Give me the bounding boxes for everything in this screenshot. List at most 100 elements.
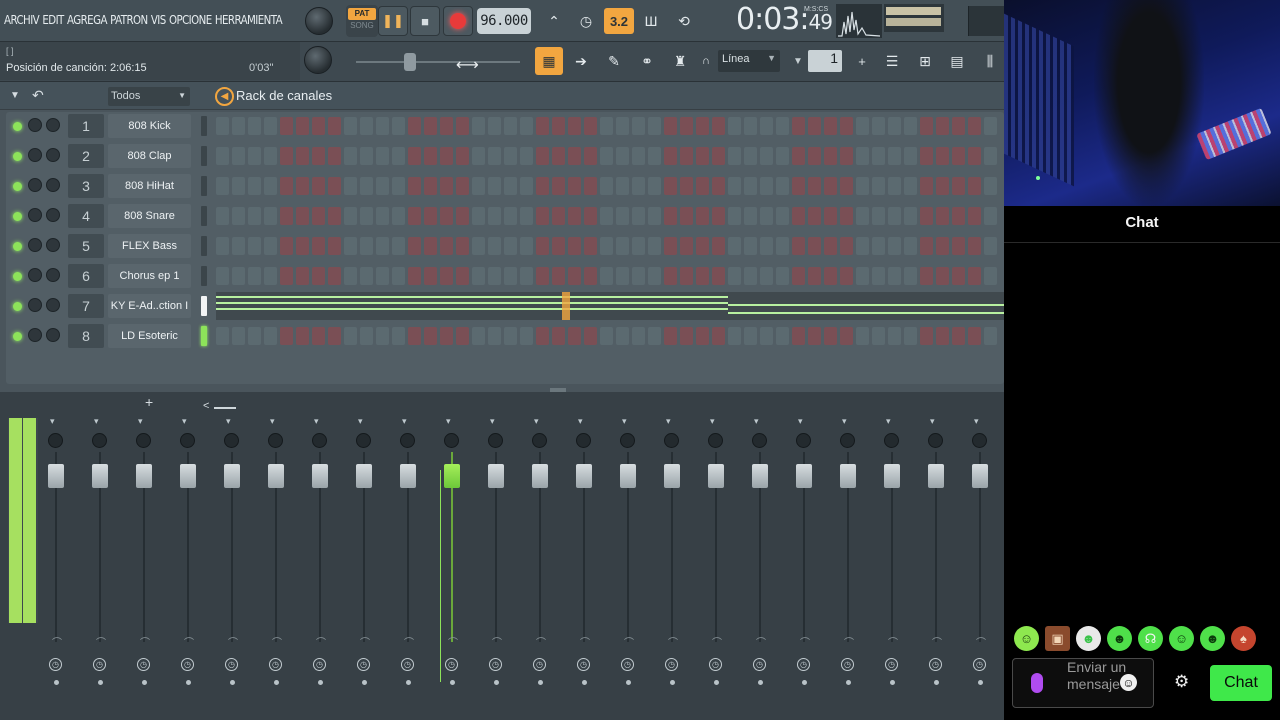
step-button[interactable] bbox=[264, 237, 277, 255]
step-button[interactable] bbox=[456, 147, 469, 165]
menu-agregar[interactable]: AGREGA bbox=[67, 12, 107, 27]
step-button[interactable] bbox=[664, 267, 677, 285]
step-button[interactable] bbox=[776, 117, 789, 135]
step-button[interactable] bbox=[824, 327, 837, 345]
mushroom-emote-icon[interactable]: ♠ bbox=[1231, 626, 1256, 651]
latency-clock-icon[interactable]: ◷ bbox=[929, 658, 942, 671]
step-button[interactable] bbox=[280, 327, 293, 345]
step-decrease-icon[interactable]: ▼ bbox=[790, 48, 806, 74]
step-button[interactable] bbox=[504, 147, 517, 165]
step-button[interactable] bbox=[968, 117, 981, 135]
mixer-track[interactable]: ▾ ⌒ ◷ bbox=[170, 414, 210, 714]
step-button[interactable] bbox=[280, 207, 293, 225]
mixer-track[interactable]: ▾ ⌒ ◷ bbox=[478, 414, 518, 714]
step-button[interactable] bbox=[744, 117, 757, 135]
step-button[interactable] bbox=[472, 147, 485, 165]
channel-number[interactable]: 1 bbox=[68, 114, 104, 138]
step-button[interactable] bbox=[424, 177, 437, 195]
latency-clock-icon[interactable]: ◷ bbox=[401, 658, 414, 671]
step-button[interactable] bbox=[536, 117, 549, 135]
mixer-route-dot[interactable] bbox=[890, 680, 895, 685]
step-button[interactable] bbox=[424, 207, 437, 225]
mixer-volume-fader[interactable] bbox=[48, 464, 64, 488]
route-arrow-icon[interactable]: ▾ bbox=[50, 416, 55, 427]
step-button[interactable] bbox=[744, 327, 757, 345]
mixer-track[interactable]: ▾ ⌒ ◷ bbox=[786, 414, 826, 714]
step-button[interactable] bbox=[728, 147, 741, 165]
step-button[interactable] bbox=[856, 147, 869, 165]
step-button[interactable] bbox=[888, 117, 901, 135]
emoji-picker-icon[interactable]: ☺ bbox=[1120, 674, 1137, 691]
step-button[interactable] bbox=[392, 327, 405, 345]
mixer-volume-fader[interactable] bbox=[620, 464, 636, 488]
step-button[interactable] bbox=[552, 327, 565, 345]
step-button[interactable] bbox=[728, 117, 741, 135]
step-button[interactable] bbox=[920, 207, 933, 225]
route-arrow-icon[interactable]: ▾ bbox=[226, 416, 231, 427]
latency-clock-icon[interactable]: ◷ bbox=[269, 658, 282, 671]
mixer-route-dot[interactable] bbox=[758, 680, 763, 685]
step-button[interactable] bbox=[248, 207, 261, 225]
step-button[interactable] bbox=[568, 147, 581, 165]
piano-roll-button[interactable]: ▦ bbox=[535, 47, 563, 75]
channel-row[interactable]: 3 808 HiHat bbox=[6, 172, 1004, 202]
menu-vista[interactable]: VIS bbox=[151, 12, 166, 27]
step-button[interactable] bbox=[312, 327, 325, 345]
step-button[interactable] bbox=[408, 177, 421, 195]
step-button[interactable] bbox=[888, 267, 901, 285]
channel-volume-knob[interactable] bbox=[46, 268, 60, 282]
step-button[interactable] bbox=[680, 207, 693, 225]
channel-mute-led[interactable] bbox=[13, 152, 22, 161]
step-button[interactable] bbox=[664, 147, 677, 165]
step-button[interactable] bbox=[824, 267, 837, 285]
route-arrow-icon[interactable]: ▾ bbox=[754, 416, 759, 427]
step-button[interactable] bbox=[232, 327, 245, 345]
loop-record-icon[interactable]: ⟲ bbox=[669, 8, 699, 34]
step-button[interactable] bbox=[712, 267, 725, 285]
mixer-route-dot[interactable] bbox=[186, 680, 191, 685]
step-button[interactable] bbox=[440, 207, 453, 225]
step-button[interactable] bbox=[696, 177, 709, 195]
mixer-track[interactable]: ▾ ⌒ ◷ bbox=[830, 414, 870, 714]
gear-icon[interactable]: ⚙ bbox=[1174, 672, 1189, 692]
add-track-button[interactable]: + bbox=[145, 394, 153, 410]
step-button[interactable] bbox=[664, 177, 677, 195]
step-button[interactable] bbox=[760, 207, 773, 225]
angel-emote-icon[interactable]: ☺ bbox=[1014, 626, 1039, 651]
step-button[interactable] bbox=[824, 147, 837, 165]
step-button[interactable] bbox=[456, 117, 469, 135]
step-button[interactable] bbox=[952, 207, 965, 225]
channel-pan-knob[interactable] bbox=[28, 298, 42, 312]
step-button[interactable] bbox=[680, 267, 693, 285]
step-button[interactable] bbox=[504, 267, 517, 285]
step-button[interactable] bbox=[600, 177, 613, 195]
step-button[interactable] bbox=[216, 207, 229, 225]
step-button[interactable] bbox=[216, 327, 229, 345]
plugin-picker-icon[interactable]: ⫼ bbox=[976, 47, 1004, 75]
step-button[interactable] bbox=[792, 147, 805, 165]
channel-number[interactable]: 5 bbox=[68, 234, 104, 258]
step-button[interactable] bbox=[936, 327, 949, 345]
mixer-track[interactable]: ▾ ⌒ ◷ bbox=[346, 414, 386, 714]
channel-volume-knob[interactable] bbox=[46, 298, 60, 312]
mixer-pan-knob[interactable] bbox=[576, 433, 591, 448]
step-button[interactable] bbox=[216, 117, 229, 135]
step-button[interactable] bbox=[824, 237, 837, 255]
mixer-pan-knob[interactable] bbox=[268, 433, 283, 448]
step-button[interactable] bbox=[376, 237, 389, 255]
step-button[interactable] bbox=[488, 147, 501, 165]
step-button[interactable] bbox=[792, 177, 805, 195]
route-arrow-icon[interactable]: ▾ bbox=[842, 416, 847, 427]
step-button[interactable] bbox=[344, 327, 357, 345]
step-button[interactable] bbox=[936, 177, 949, 195]
step-button[interactable] bbox=[488, 267, 501, 285]
mixer-pan-knob[interactable] bbox=[708, 433, 723, 448]
step-button[interactable] bbox=[904, 117, 917, 135]
step-button[interactable] bbox=[664, 117, 677, 135]
step-button[interactable] bbox=[984, 237, 997, 255]
step-button[interactable] bbox=[536, 237, 549, 255]
mixer-route-dot[interactable] bbox=[54, 680, 59, 685]
step-button[interactable] bbox=[840, 117, 853, 135]
step-button[interactable] bbox=[776, 147, 789, 165]
step-button[interactable] bbox=[648, 327, 661, 345]
